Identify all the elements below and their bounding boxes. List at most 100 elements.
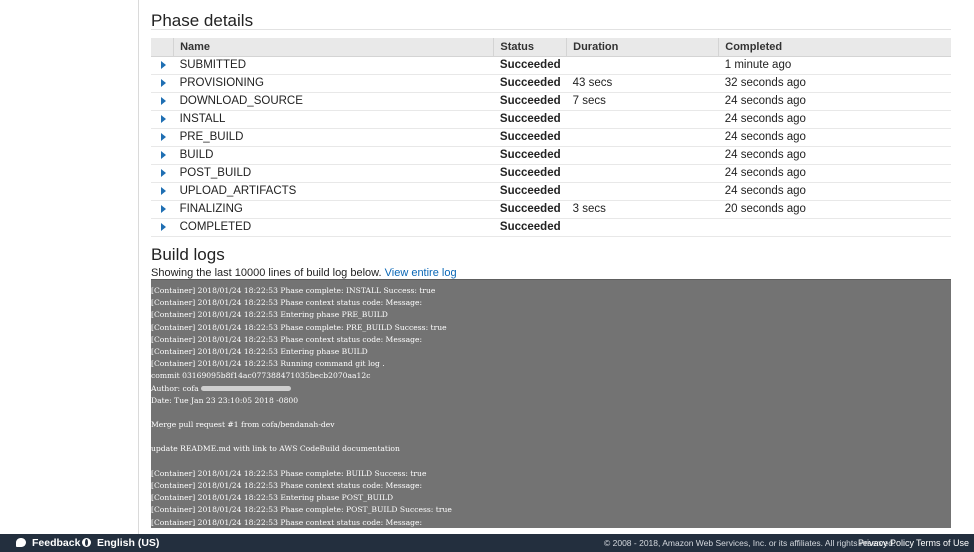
privacy-policy-link[interactable]: Privacy Policy: [858, 534, 914, 552]
build-logs-caption-text: Showing the last 10000 lines of build lo…: [151, 267, 382, 279]
phase-completed: 1 minute ago: [718, 56, 951, 75]
view-entire-log-link[interactable]: View entire log: [385, 267, 457, 279]
expand-row-icon[interactable]: [151, 74, 174, 93]
phase-completed: [718, 218, 951, 237]
log-line-text: [Container] 2018/01/24 18:22:53 Running …: [151, 359, 385, 369]
caret-right-icon[interactable]: [161, 168, 167, 177]
expand-row-icon[interactable]: [151, 164, 174, 183]
log-line-text: [Container] 2018/01/24 18:22:53 Phase co…: [151, 334, 423, 344]
log-line-text: [Container] 2018/01/24 18:22:53 Entering…: [151, 310, 388, 320]
log-line: commit 03169095b8f14ac077388471035becb20…: [151, 370, 452, 382]
caret-right-icon[interactable]: [161, 60, 167, 69]
log-line: [Container] 2018/01/24 18:22:53 Entering…: [151, 309, 452, 321]
caret-right-icon[interactable]: [161, 222, 167, 231]
log-line: [Container] 2018/01/24 18:22:53 Phase co…: [151, 517, 452, 528]
log-line: [Container] 2018/01/24 18:22:53 Phase co…: [151, 468, 452, 480]
expand-row-icon[interactable]: [151, 200, 174, 219]
phase-name: INSTALL: [173, 110, 494, 129]
table-row[interactable]: PRE_BUILD Succeeded 24 seconds ago: [151, 128, 951, 147]
terms-of-use-link[interactable]: Terms of Use: [916, 534, 969, 552]
copyright-text: © 2008 - 2018, Amazon Web Services, Inc.…: [604, 538, 896, 548]
table-row[interactable]: POST_BUILD Succeeded 24 seconds ago: [151, 164, 951, 183]
log-line: Author: cofa: [151, 383, 452, 395]
phase-duration: [566, 218, 719, 237]
expand-row-icon[interactable]: [151, 128, 174, 147]
phase-duration: [566, 164, 719, 183]
expand-row-icon[interactable]: [151, 92, 174, 111]
build-logs-caption: Showing the last 10000 lines of build lo…: [151, 267, 457, 279]
phase-name: PROVISIONING: [173, 74, 494, 93]
log-line: [Container] 2018/01/24 18:22:53 Phase co…: [151, 285, 452, 297]
phase-duration: [566, 56, 719, 75]
expand-row-icon[interactable]: [151, 182, 174, 201]
log-line-text: [Container] 2018/01/24 18:22:53 Phase co…: [151, 481, 423, 490]
log-line: [Container] 2018/01/24 18:22:53 Entering…: [151, 492, 452, 504]
caret-right-icon[interactable]: [161, 114, 167, 123]
table-row[interactable]: DOWNLOAD_SOURCE Succeeded 7 secs 24 seconds…: [151, 92, 951, 111]
table-row[interactable]: UPLOAD_ARTIFACTS Succeeded 24 seconds ago: [151, 182, 951, 201]
expand-row-icon[interactable]: [151, 110, 174, 129]
phase-duration: 3 secs: [566, 200, 719, 219]
log-line: update README.md with link to AWS CodeBu…: [151, 443, 452, 455]
phase-completed: 24 seconds ago: [718, 128, 951, 147]
table-row[interactable]: FINALIZING Succeeded 3 secs 20 seconds ago: [151, 200, 951, 219]
log-line: Date: Tue Jan 23 23:10:05 2018 -0800: [151, 395, 452, 407]
phase-status: Succeeded: [493, 218, 567, 237]
language-label: English (US): [97, 537, 160, 549]
log-line-text: [Container] 2018/01/24 18:22:53 Phase co…: [151, 298, 423, 308]
phase-status: Succeeded: [493, 56, 567, 75]
column-header-completed[interactable]: Completed: [718, 38, 951, 57]
log-line: Merge pull request #1 from cofa/bendanah…: [151, 419, 452, 431]
phase-details-table: Name Status Duration Completed SUBMITTED…: [151, 38, 951, 237]
log-line-text: [Container] 2018/01/24 18:22:53 Phase co…: [151, 468, 427, 478]
build-log-output[interactable]: [Container] 2018/01/24 18:22:53 Phase co…: [151, 279, 951, 528]
expand-row-icon[interactable]: [151, 218, 174, 237]
column-header-name[interactable]: Name: [173, 38, 495, 57]
expand-row-icon[interactable]: [151, 146, 174, 165]
column-header-duration[interactable]: Duration: [566, 38, 720, 57]
language-selector[interactable]: English (US): [82, 534, 159, 552]
expand-row-icon[interactable]: [151, 56, 174, 75]
table-row[interactable]: COMPLETED Succeeded: [151, 218, 951, 237]
phase-status: Succeeded: [493, 182, 567, 201]
log-line-text: update README.md with link to AWS CodeBu…: [151, 444, 400, 454]
phase-name: DOWNLOAD_SOURCE: [173, 92, 494, 111]
section-divider: [151, 29, 951, 30]
caret-right-icon[interactable]: [161, 186, 167, 195]
feedback-button[interactable]: Feedback: [16, 534, 80, 552]
caret-right-icon[interactable]: [161, 204, 167, 213]
phase-completed: 24 seconds ago: [718, 110, 951, 129]
footer-bar: Feedback English (US) © 2008 - 2018, Ama…: [0, 534, 974, 552]
phase-status: Succeeded: [493, 110, 567, 129]
table-row[interactable]: INSTALL Succeeded 24 seconds ago: [151, 110, 951, 129]
table-row[interactable]: PROVISIONING Succeeded 43 secs 32 seconds a…: [151, 74, 951, 93]
log-line: [Container] 2018/01/24 18:22:53 Phase co…: [151, 480, 452, 492]
log-line: [Container] 2018/01/24 18:22:53 Entering…: [151, 346, 452, 358]
log-line: [Container] 2018/01/24 18:22:53 Phase co…: [151, 334, 452, 346]
phase-name: FINALIZING: [173, 200, 494, 219]
phase-status: Succeeded: [493, 200, 567, 219]
phase-completed: 24 seconds ago: [718, 182, 951, 201]
caret-right-icon[interactable]: [161, 78, 167, 87]
table-row[interactable]: SUBMITTED Succeeded 1 minute ago: [151, 56, 951, 75]
phase-details-title: Phase details: [151, 11, 254, 30]
phase-status: Succeeded: [493, 164, 567, 183]
column-header-status[interactable]: Status: [493, 38, 568, 57]
phase-duration: [566, 128, 719, 147]
table-row[interactable]: BUILD Succeeded 24 seconds ago: [151, 146, 951, 165]
phase-name: POST_BUILD: [173, 164, 494, 183]
left-navigation-rail: [0, 0, 139, 534]
feedback-label: Feedback: [32, 537, 81, 549]
phase-name: BUILD: [173, 146, 494, 165]
caret-right-icon[interactable]: [161, 96, 167, 105]
log-lines: [Container] 2018/01/24 18:22:53 Phase co…: [151, 285, 452, 528]
redacted-email-mark: [200, 386, 291, 391]
log-line-text: [Container] 2018/01/24 18:22:53 Phase co…: [151, 505, 452, 515]
caret-right-icon[interactable]: [161, 150, 167, 159]
caret-right-icon[interactable]: [161, 132, 167, 141]
phase-completed: 24 seconds ago: [718, 92, 951, 111]
phase-duration: [566, 182, 719, 201]
phase-status: Succeeded: [493, 146, 567, 165]
log-line-text: [Container] 2018/01/24 18:22:53 Phase co…: [151, 517, 423, 527]
